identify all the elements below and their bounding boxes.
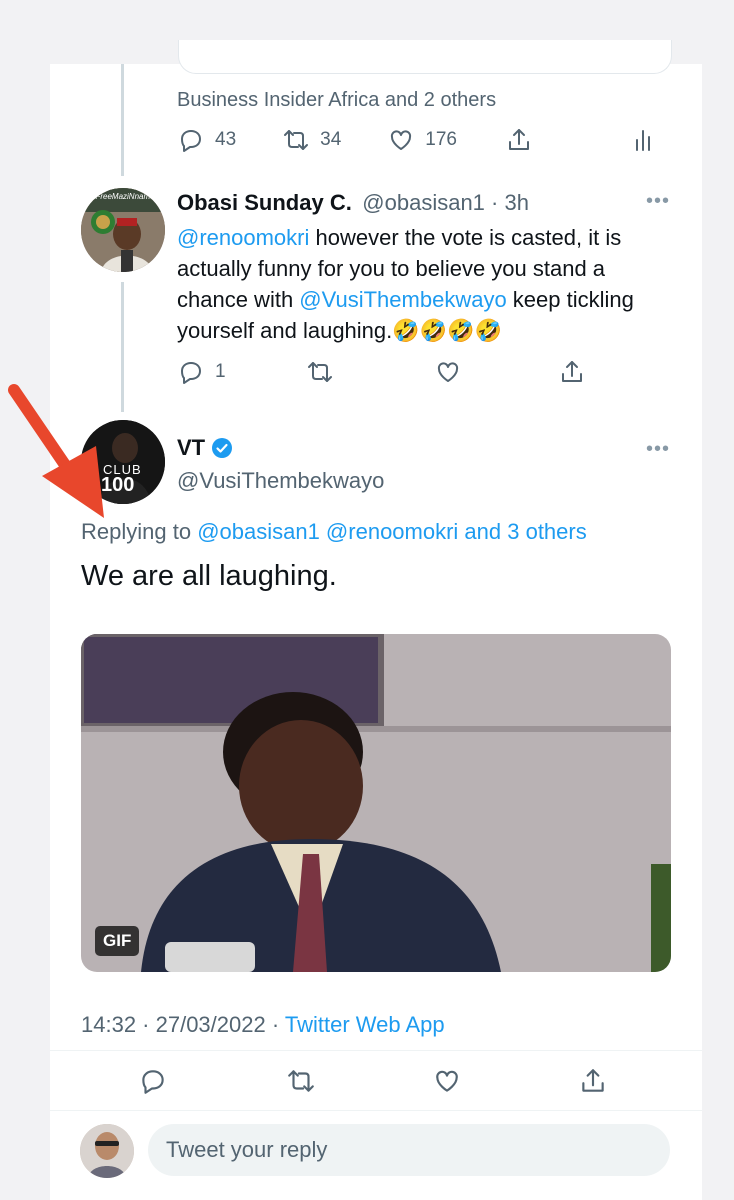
share-button[interactable] — [558, 358, 586, 386]
reply-button[interactable]: 43 — [177, 126, 236, 154]
avatar[interactable]: #FreeMaziNnamdi — [81, 188, 165, 272]
thread-line — [121, 64, 124, 176]
share-icon — [508, 129, 529, 150]
replying-to: Replying to @obasisan1 @renoomokri and 3… — [81, 519, 587, 545]
user-avatar[interactable] — [80, 1124, 134, 1178]
tweet-actions: 43 34 176 — [177, 126, 657, 154]
reply-icon — [142, 1070, 164, 1094]
main-tweet-name-row: VT — [177, 435, 233, 461]
retweet-icon — [284, 130, 309, 150]
author-handle[interactable]: @VusiThembekwayo — [177, 468, 384, 494]
reply-input[interactable] — [148, 1124, 670, 1176]
author-handle[interactable]: @obasisan1 · 3h — [362, 190, 529, 215]
annotation-arrow-icon — [8, 384, 104, 518]
mention-link[interactable]: @renoomokri — [177, 225, 309, 250]
retweet-icon — [288, 1070, 314, 1092]
thread-line — [121, 282, 124, 412]
analytics-button[interactable] — [629, 126, 657, 154]
quoted-by-text[interactable]: Business Insider Africa and 2 others — [177, 89, 496, 112]
heart-icon — [437, 362, 458, 382]
main-tweet-actions — [138, 1066, 608, 1096]
replying-handles-link[interactable]: @obasisan1 @renoomokri and 3 others — [197, 519, 587, 544]
more-icon[interactable]: ••• — [646, 438, 670, 461]
heart-icon — [391, 130, 412, 150]
gif-badge: GIF — [95, 926, 140, 956]
reply-button[interactable]: 1 — [177, 358, 226, 386]
avatar-banner-text: #FreeMaziNnamdi — [91, 192, 157, 201]
reply-tweet-text: @renoomokri however the vote is casted, … — [177, 222, 667, 346]
user-avatar-image — [80, 1124, 134, 1178]
tweet-metadata: 14:32 · 27/03/2022 · Twitter Web App — [81, 1012, 445, 1038]
reply-count: 1 — [215, 361, 226, 382]
like-button[interactable]: 176 — [387, 126, 457, 154]
main-tweet-text: We are all laughing. — [81, 560, 337, 592]
like-count: 176 — [425, 129, 457, 150]
emoji-sequence: 🤣🤣🤣🤣 — [392, 318, 502, 343]
divider — [50, 1110, 702, 1111]
gif-image — [81, 634, 671, 972]
reply-count: 43 — [215, 129, 237, 150]
more-icon[interactable]: ••• — [646, 190, 670, 213]
divider — [50, 1050, 702, 1051]
share-button[interactable] — [578, 1066, 608, 1096]
reply-icon — [181, 130, 201, 152]
share-icon — [582, 1069, 604, 1092]
gif-media[interactable]: GIF — [81, 634, 671, 972]
share-button[interactable] — [505, 126, 533, 154]
reply-icon — [181, 362, 201, 384]
heart-icon — [436, 1070, 458, 1092]
retweet-button[interactable]: 34 — [282, 126, 341, 154]
retweet-button[interactable] — [306, 358, 334, 386]
author-name[interactable]: VT — [177, 435, 205, 461]
verified-badge-icon — [212, 438, 233, 458]
tweet-source-link[interactable]: Twitter Web App — [285, 1012, 445, 1037]
retweet-count: 34 — [320, 129, 342, 150]
like-button[interactable] — [432, 1066, 462, 1096]
reply-button[interactable] — [138, 1066, 168, 1096]
share-icon — [561, 361, 582, 382]
author-name[interactable]: Obasi Sunday C. — [177, 190, 352, 215]
quoted-card-edge[interactable] — [178, 40, 672, 74]
tweet-actions: 1 — [177, 358, 586, 386]
retweet-icon — [307, 362, 332, 382]
mention-link[interactable]: @VusiThembekwayo — [299, 287, 506, 312]
like-button[interactable] — [434, 358, 462, 386]
analytics-icon — [635, 130, 650, 151]
retweet-button[interactable] — [286, 1066, 316, 1096]
tweet-timestamp[interactable]: 14:32 · 27/03/2022 · — [81, 1012, 285, 1037]
reply-tweet-header: Obasi Sunday C. @obasisan1 · 3h — [177, 190, 529, 216]
